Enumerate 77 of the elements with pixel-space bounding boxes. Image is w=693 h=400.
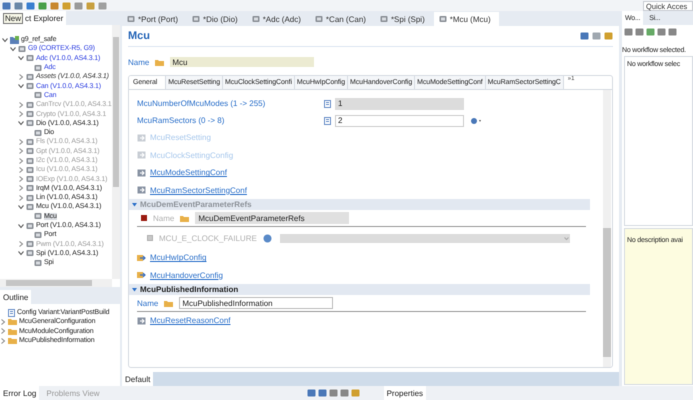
reference-icon	[137, 271, 146, 280]
link[interactable]: McuHwIpConfig	[150, 253, 206, 262]
scrollbar[interactable]	[112, 25, 120, 279]
reference-label: MCU_E_CLOCK_FAILURE	[159, 234, 257, 242]
tooltip: New	[3, 12, 24, 24]
panel-tab[interactable]: ct Explorer	[25, 14, 64, 22]
scrollbar[interactable]	[603, 90, 611, 367]
expand-icon[interactable]	[18, 138, 24, 145]
container-icon	[137, 186, 146, 194]
container-icon	[137, 168, 146, 177]
collapse-icon[interactable]	[18, 120, 24, 126]
expand-icon[interactable]	[18, 74, 24, 80]
container-icon	[137, 134, 146, 142]
expand-icon[interactable]	[0, 338, 6, 344]
name-label: Name	[137, 298, 158, 308]
name-label: Name	[128, 58, 150, 66]
project-icon	[10, 36, 19, 44]
folder-icon	[164, 300, 174, 306]
folder-icon	[180, 214, 190, 222]
expand-icon[interactable]	[18, 148, 24, 154]
expand-icon[interactable]	[18, 176, 24, 182]
section-header[interactable]: McuPublishedInformation	[129, 284, 590, 295]
expand-icon[interactable]	[18, 158, 24, 164]
outline-tab[interactable]: Outline	[0, 290, 32, 304]
collapse-icon[interactable]	[18, 83, 24, 90]
section-title: McuPublishedInformation	[140, 285, 238, 294]
name-label: Name	[153, 214, 174, 222]
document-icon	[324, 100, 331, 108]
parameter-label: McuRamSectors (0 -> 8)	[137, 116, 226, 125]
value-field[interactable]: 2	[335, 114, 464, 126]
page-tab[interactable]: Default	[122, 372, 154, 386]
expand-icon[interactable]	[18, 111, 24, 118]
editor-tab[interactable]: *Can (Can)	[310, 12, 374, 26]
editor-tab[interactable]: *Spi (Spi)	[374, 12, 433, 26]
collapse-icon[interactable]	[132, 288, 137, 292]
panel-tab[interactable]: Properties	[384, 386, 426, 400]
link[interactable]: McuModeSettingConf	[150, 168, 227, 178]
collapse-icon[interactable]	[18, 55, 24, 62]
collapse-icon[interactable]	[18, 222, 24, 229]
expand-icon[interactable]	[18, 166, 24, 173]
error-marker-icon	[141, 215, 147, 221]
expand-icon[interactable]	[0, 318, 6, 325]
module-icon	[127, 15, 135, 23]
container-icon	[137, 316, 146, 325]
scrollbar[interactable]	[0, 279, 112, 287]
module-icon	[252, 15, 260, 23]
panel-tab[interactable]: Error Log	[0, 386, 40, 400]
folder-icon	[155, 58, 164, 66]
collapse-icon[interactable]	[18, 204, 24, 210]
container-icon	[137, 151, 146, 160]
module-icon	[438, 15, 447, 23]
module-icon	[192, 15, 200, 23]
expand-icon[interactable]	[0, 328, 6, 334]
name-field[interactable]: Mcu	[170, 57, 314, 67]
link[interactable]: McuRamSectorSettingConf	[150, 186, 247, 195]
parameter-label: McuNumberOfMcuModes (1 -> 255)	[137, 99, 266, 108]
editor-tab[interactable]: *Port (Port)	[122, 12, 186, 26]
section-title: McuDemEventParameterRefs	[140, 200, 252, 209]
expand-icon[interactable]	[18, 241, 24, 248]
module-icon	[380, 15, 388, 23]
expand-icon[interactable]	[18, 194, 24, 201]
expand-icon[interactable]	[18, 185, 24, 192]
expand-icon[interactable]	[18, 102, 24, 108]
link[interactable]: McuResetReasonConf	[150, 316, 230, 326]
collapse-icon[interactable]	[2, 36, 8, 43]
module-icon	[314, 15, 323, 23]
document-icon	[8, 308, 15, 317]
editor-title: Mcu	[128, 30, 150, 42]
collapse-icon[interactable]	[10, 46, 16, 52]
name-field[interactable]: McuPublishedInformation	[179, 297, 334, 309]
editor-tab[interactable]: *Mcu (Mcu)	[434, 12, 499, 26]
editor-tab[interactable]: *Adc (Adc)	[246, 12, 309, 26]
editor-tab[interactable]: *Dio (Dio)	[187, 12, 246, 26]
collapse-icon[interactable]	[18, 250, 24, 256]
reference-icon	[137, 254, 146, 262]
link[interactable]: McuHandoverConfig	[150, 270, 223, 280]
document-icon	[324, 116, 331, 124]
